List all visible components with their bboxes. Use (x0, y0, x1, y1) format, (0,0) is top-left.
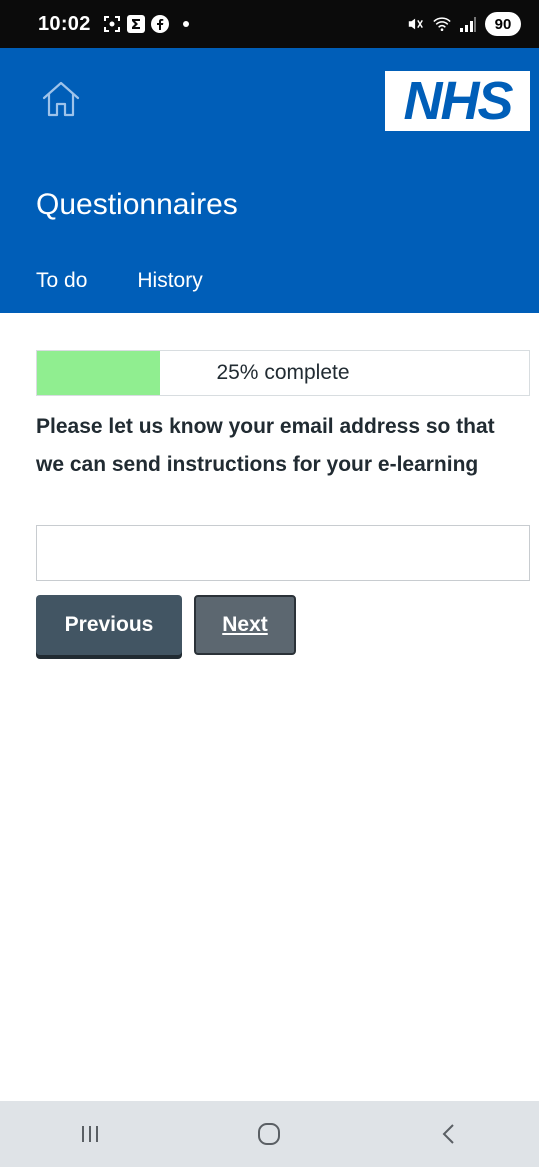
home-nav-button[interactable] (249, 1114, 289, 1154)
email-input[interactable] (36, 525, 530, 581)
next-button[interactable]: Next (194, 595, 296, 655)
nhs-logo: NHS (385, 71, 530, 131)
status-right: 90 (407, 12, 521, 36)
system-nav-bar (0, 1101, 539, 1167)
previous-button[interactable]: Previous (36, 595, 182, 655)
home-icon (42, 81, 80, 117)
nhs-logo-text: NHS (403, 71, 513, 131)
recent-apps-button[interactable] (70, 1114, 110, 1154)
signal-icon (459, 15, 477, 33)
progress-label: 25% complete (216, 361, 350, 384)
screenshot-icon (103, 15, 121, 33)
tab-bar: To do History (36, 269, 203, 293)
app-header: NHS Questionnaires To do History (0, 48, 539, 313)
facebook-icon (150, 15, 169, 33)
status-bar: 10:02 90 (0, 0, 539, 48)
more-notifications-dot (182, 21, 189, 27)
battery-indicator: 90 (485, 12, 521, 36)
home-nav-icon (258, 1123, 281, 1145)
status-notification-icons (103, 15, 189, 33)
status-left: 10:02 (38, 13, 189, 36)
back-button[interactable] (429, 1114, 469, 1154)
back-icon (442, 1124, 454, 1144)
tab-to-do[interactable]: To do (36, 269, 87, 293)
question-text: Please let us know your email address so… (36, 415, 495, 476)
progress-bar: 25% complete (36, 350, 530, 396)
wifi-icon (433, 15, 451, 33)
sigma-icon (126, 15, 145, 33)
recent-apps-icon (81, 1126, 98, 1142)
page-title: Questionnaires (36, 188, 238, 221)
mute-icon (407, 15, 425, 33)
status-time: 10:02 (38, 12, 91, 35)
home-button[interactable] (40, 78, 82, 120)
tab-history[interactable]: History (137, 269, 202, 293)
